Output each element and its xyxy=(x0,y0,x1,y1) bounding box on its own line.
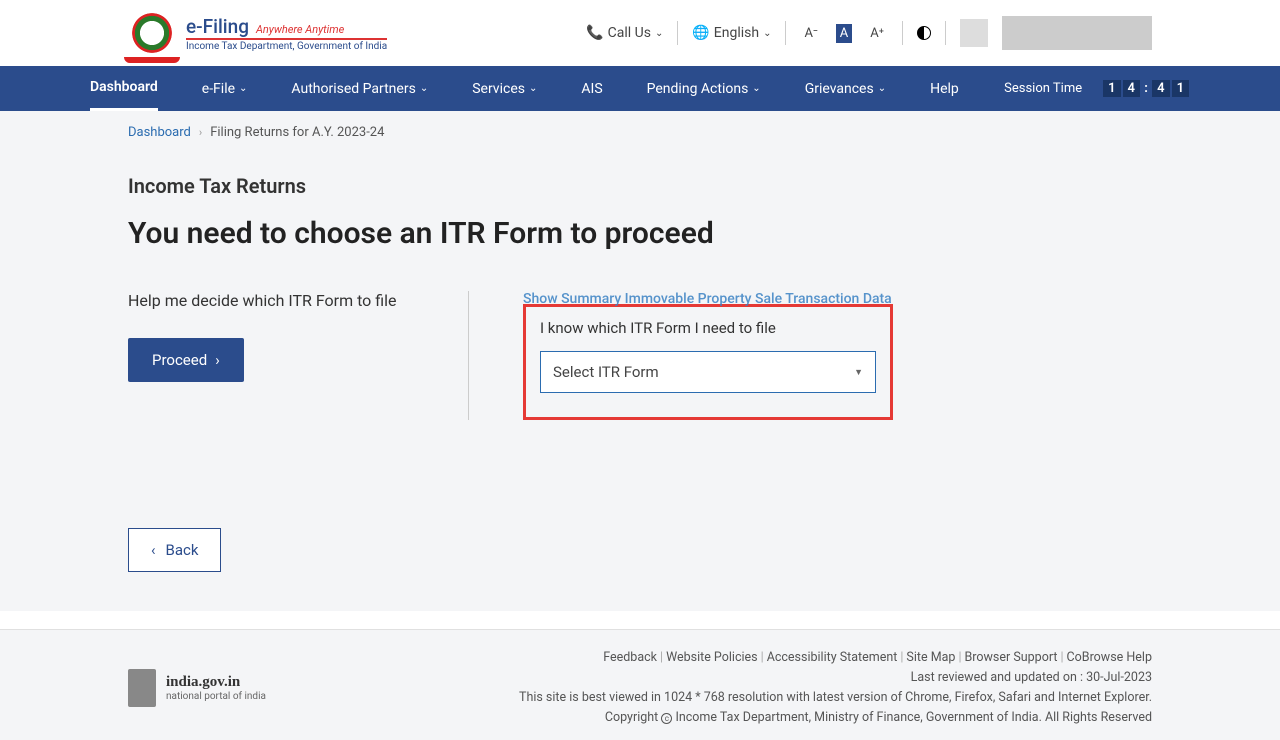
india-emblem-icon xyxy=(128,669,156,707)
brand-tagline: Anywhere Anytime xyxy=(256,23,344,36)
chevron-down-icon: ⌄ xyxy=(655,28,663,39)
nav-pending-actions[interactable]: Pending Actions⌄ xyxy=(647,66,761,111)
chevron-down-icon: ⌄ xyxy=(529,83,537,94)
font-normal-button[interactable]: A xyxy=(836,24,852,43)
footer-links: Feedback|Website Policies|Accessibility … xyxy=(519,648,1152,668)
copyright-icon: c xyxy=(661,713,672,724)
help-me-decide-text: Help me decide which ITR Form to file xyxy=(128,291,448,310)
user-menu[interactable] xyxy=(1002,16,1152,50)
emblem-icon xyxy=(128,9,176,57)
updated-date: 30-Jul-2023 xyxy=(1086,670,1152,685)
nav-authorised-partners[interactable]: Authorised Partners⌄ xyxy=(291,66,428,111)
select-placeholder: Select ITR Form xyxy=(553,363,659,381)
user-avatar[interactable] xyxy=(960,19,988,47)
phone-icon: 📞 xyxy=(586,25,603,41)
session-label: Session Time xyxy=(1004,81,1082,96)
language-label: English xyxy=(714,25,759,41)
back-button[interactable]: ‹ Back xyxy=(128,528,221,572)
page-subtitle: Income Tax Returns xyxy=(128,174,1152,198)
nav-services[interactable]: Services⌄ xyxy=(472,66,537,111)
best-viewed-text: This site is best viewed in 1024 * 768 r… xyxy=(519,688,1152,708)
divider xyxy=(677,21,678,45)
session-timer: 14 : 41 xyxy=(1102,81,1190,96)
chevron-left-icon: ‹ xyxy=(151,541,156,559)
top-header: e-Filing Anywhere Anytime Income Tax Dep… xyxy=(0,0,1280,66)
chevron-down-icon: ⌄ xyxy=(752,83,760,94)
caret-down-icon: ▼ xyxy=(854,367,863,378)
known-itr-label: I know which ITR Form I need to file xyxy=(540,319,876,337)
chevron-down-icon: ⌄ xyxy=(420,83,428,94)
proceed-button[interactable]: Proceed › xyxy=(128,338,244,382)
footer-link-feedback[interactable]: Feedback xyxy=(603,650,657,665)
nav-grievances[interactable]: Grievances⌄ xyxy=(805,66,886,111)
chevron-right-icon: › xyxy=(215,351,220,369)
copyright-body: Income Tax Department, Ministry of Finan… xyxy=(675,710,1152,725)
chevron-right-icon: › xyxy=(199,126,202,139)
copyright-label: Copyright xyxy=(605,710,658,725)
content-area: Dashboard › Filing Returns for A.Y. 2023… xyxy=(0,111,1280,611)
footer-link-browser-support[interactable]: Browser Support xyxy=(965,650,1058,665)
contrast-toggle[interactable] xyxy=(917,26,931,40)
nav-ais[interactable]: AIS xyxy=(581,66,602,111)
chevron-down-icon: ⌄ xyxy=(763,28,771,39)
known-itr-card: I know which ITR Form I need to file Sel… xyxy=(523,304,893,420)
back-label: Back xyxy=(166,541,199,559)
brand-title: e-Filing xyxy=(186,15,249,38)
proceed-label: Proceed xyxy=(152,351,207,369)
language-selector[interactable]: 🌐 English ⌄ xyxy=(692,25,771,41)
footer-link-accessibility-statement[interactable]: Accessibility Statement xyxy=(767,650,898,665)
brand-logo[interactable]: e-Filing Anywhere Anytime Income Tax Dep… xyxy=(128,9,387,57)
footer-link-site-map[interactable]: Site Map xyxy=(906,650,955,665)
india-sub: national portal of india xyxy=(166,691,266,702)
font-increase-button[interactable]: A⁺ xyxy=(866,24,888,43)
call-us-button[interactable]: 📞 Call Us ⌄ xyxy=(586,25,663,41)
brand-sub: Income Tax Department, Government of Ind… xyxy=(186,38,387,52)
divider xyxy=(902,21,903,45)
globe-icon: 🌐 xyxy=(692,25,709,41)
footer-india-link[interactable]: india.gov.in national portal of india xyxy=(128,648,266,728)
main-nav: Dashboard e-File⌄ Authorised Partners⌄ Serv… xyxy=(0,66,1280,111)
select-itr-form-dropdown[interactable]: Select ITR Form ▼ xyxy=(540,351,876,393)
divider xyxy=(785,21,786,45)
updated-label: Last reviewed and updated on : xyxy=(911,670,1083,685)
breadcrumb-home[interactable]: Dashboard xyxy=(128,125,191,140)
chevron-down-icon: ⌄ xyxy=(239,83,247,94)
nav-e-file[interactable]: e-File⌄ xyxy=(202,66,248,111)
show-summary-link[interactable]: Show Summary Immovable Property Sale Tra… xyxy=(523,291,1152,307)
india-title: india.gov.in xyxy=(166,674,266,691)
footer: india.gov.in national portal of india Fe… xyxy=(0,629,1280,740)
call-us-label: Call Us xyxy=(608,25,651,41)
divider xyxy=(945,21,946,45)
footer-link-website-policies[interactable]: Website Policies xyxy=(666,650,758,665)
page-title: You need to choose an ITR Form to procee… xyxy=(128,216,1152,251)
nav-help[interactable]: Help xyxy=(930,66,959,111)
footer-link-cobrowse-help[interactable]: CoBrowse Help xyxy=(1067,650,1152,665)
breadcrumb: Dashboard › Filing Returns for A.Y. 2023… xyxy=(128,125,1152,140)
font-decrease-button[interactable]: A⁻ xyxy=(800,24,821,43)
breadcrumb-current: Filing Returns for A.Y. 2023-24 xyxy=(210,125,384,140)
nav-dashboard[interactable]: Dashboard xyxy=(90,66,158,111)
chevron-down-icon: ⌄ xyxy=(878,83,886,94)
